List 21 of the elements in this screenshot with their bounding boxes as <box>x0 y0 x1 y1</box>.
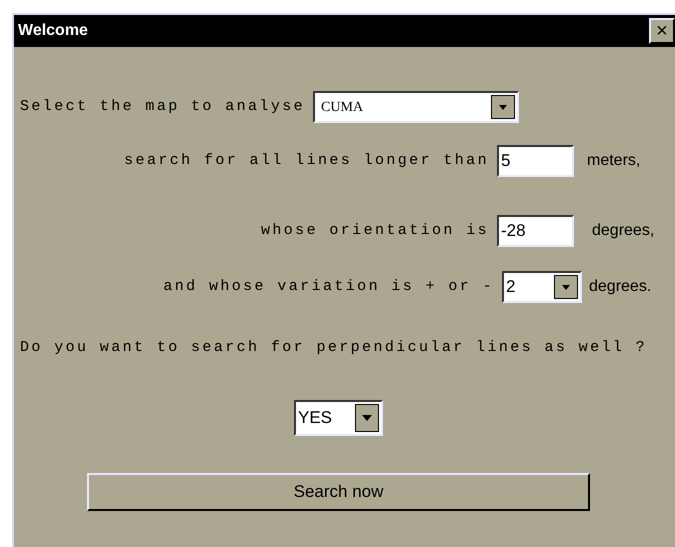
unit-label: meters, <box>587 151 640 171</box>
close-button[interactable]: × <box>649 18 675 44</box>
dropdown-value: 2 <box>505 276 516 298</box>
field-label: and whose variation is + or - <box>162 276 495 297</box>
dropdown[interactable]: YES <box>294 400 383 436</box>
dropdown[interactable]: 2 <box>502 271 582 303</box>
dropdown-value: CUMA <box>320 98 364 116</box>
dropdown-value: YES <box>297 406 334 429</box>
input-value: -28 <box>500 220 526 242</box>
question-text: Do you want to search for perpendicular lines as well ? <box>20 338 648 358</box>
field-label: whose orientation is <box>260 220 490 241</box>
input-field[interactable]: 5 <box>497 145 574 177</box>
unit-label: degrees, <box>592 221 654 241</box>
input-value: 5 <box>500 150 510 172</box>
search-now-button[interactable]: Search now <box>87 472 590 510</box>
field-label: search for all lines longer than <box>123 150 490 171</box>
input-field[interactable]: -28 <box>497 215 574 247</box>
unit-label: degrees. <box>589 277 652 297</box>
field-label: Select the map to analyse <box>20 96 306 117</box>
window-title: Welcome <box>18 21 88 41</box>
dropdown[interactable]: CUMA <box>313 91 520 123</box>
